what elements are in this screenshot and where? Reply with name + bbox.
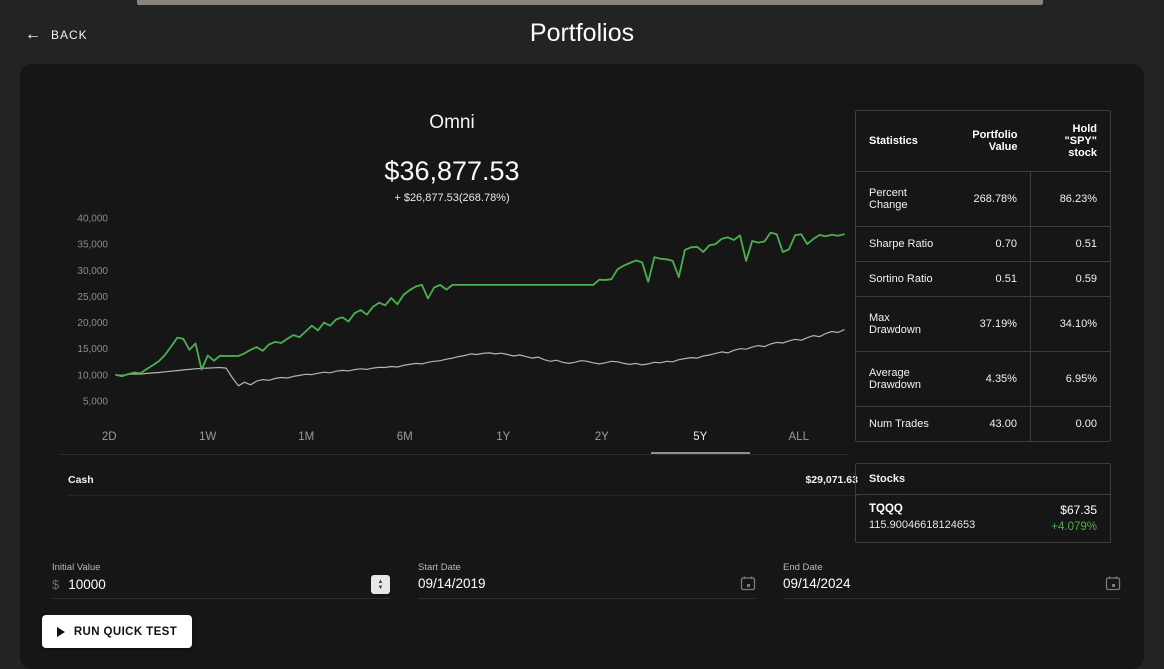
calendar-icon[interactable] — [1105, 575, 1121, 591]
table-row: Average Drawdown 4.35% 6.95% — [856, 352, 1110, 407]
stats-col-portfolio: Portfolio Value — [950, 111, 1030, 172]
stat-label: Sharpe Ratio — [856, 227, 950, 262]
table-row: Max Drawdown 37.19% 34.10% — [856, 297, 1110, 352]
main-panel: Omni $36,877.53 + $26,877.53(268.78%) 40… — [20, 64, 1144, 669]
table-row: Sortino Ratio 0.51 0.59 — [856, 262, 1110, 297]
portfolio-current-value: $36,877.53 — [56, 156, 848, 187]
end-date-field: End Date — [783, 561, 1121, 599]
number-stepper[interactable]: ▲ ▼ — [371, 575, 390, 594]
stat-portfolio-value: 43.00 — [950, 407, 1030, 442]
stats-col-statistics: Statistics — [856, 111, 950, 172]
stat-portfolio-value: 37.19% — [950, 297, 1030, 352]
run-quick-test-button[interactable]: RUN QUICK TEST — [42, 615, 192, 648]
stat-label: Max Drawdown — [856, 297, 950, 352]
stat-spy-value: 34.10% — [1030, 297, 1110, 352]
stat-label: Num Trades — [856, 407, 950, 442]
stats-header-row: Statistics Portfolio Value Hold "SPY" st… — [856, 111, 1110, 172]
svg-text:40,000: 40,000 — [77, 214, 108, 225]
stat-spy-value: 86.23% — [1030, 172, 1110, 227]
svg-text:15,000: 15,000 — [77, 344, 108, 355]
svg-text:20,000: 20,000 — [77, 318, 108, 329]
stat-portfolio-value: 268.78% — [950, 172, 1030, 227]
start-date-label: Start Date — [418, 561, 756, 573]
initial-value-input[interactable] — [68, 577, 371, 592]
end-date-label: End Date — [783, 561, 1121, 573]
stock-symbol: TQQQ — [869, 503, 975, 515]
time-range-tabs: 2D 1W 1M 6M 1Y 2Y 5Y ALL — [60, 422, 848, 455]
stocks-title: Stocks — [856, 464, 1110, 495]
stat-portfolio-value: 0.51 — [950, 262, 1030, 297]
table-row: Num Trades 43.00 0.00 — [856, 407, 1110, 442]
portfolio-name: Omni — [56, 112, 848, 134]
tab-1m[interactable]: 1M — [257, 422, 356, 454]
stats-col-spy: Hold "SPY" stock — [1030, 111, 1110, 172]
svg-text:25,000: 25,000 — [77, 292, 108, 303]
tab-6m[interactable]: 6M — [356, 422, 455, 454]
page-title: Portfolios — [0, 19, 1164, 48]
start-date-input[interactable] — [418, 576, 740, 591]
statistics-table: Statistics Portfolio Value Hold "SPY" st… — [855, 110, 1111, 442]
page-header: ← BACK Portfolios — [0, 5, 1164, 63]
tab-1y[interactable]: 1Y — [454, 422, 553, 454]
end-date-input[interactable] — [783, 576, 1105, 591]
calendar-icon[interactable] — [740, 575, 756, 591]
stock-price: $67.35 — [1051, 503, 1097, 517]
cash-label: Cash — [68, 474, 94, 486]
stat-spy-value: 6.95% — [1030, 352, 1110, 407]
stocks-panel: Stocks TQQQ 115.90046618124653 $67.35 +4… — [855, 463, 1111, 543]
stock-change: +4.079% — [1051, 521, 1097, 533]
svg-text:30,000: 30,000 — [77, 266, 108, 277]
stat-label: Percent Change — [856, 172, 950, 227]
stock-shares: 115.90046618124653 — [869, 519, 975, 531]
portfolio-change: + $26,877.53(268.78%) — [56, 192, 848, 204]
stat-portfolio-value: 0.70 — [950, 227, 1030, 262]
svg-text:10,000: 10,000 — [77, 370, 108, 381]
tab-2d[interactable]: 2D — [60, 422, 159, 454]
start-date-field: Start Date — [418, 561, 756, 599]
cash-row: Cash $29,071.63 — [68, 464, 858, 496]
initial-value-field: Initial Value $ ▲ ▼ — [52, 561, 390, 599]
initial-value-label: Initial Value — [52, 561, 390, 573]
dollar-prefix: $ — [52, 577, 59, 592]
stat-spy-value: 0.00 — [1030, 407, 1110, 442]
table-row: Percent Change 268.78% 86.23% — [856, 172, 1110, 227]
list-item[interactable]: TQQQ 115.90046618124653 $67.35 +4.079% — [856, 495, 1110, 542]
table-row: Sharpe Ratio 0.70 0.51 — [856, 227, 1110, 262]
run-quick-test-label: RUN QUICK TEST — [74, 626, 177, 638]
tab-2y[interactable]: 2Y — [553, 422, 652, 454]
performance-chart[interactable]: 40,000 35,000 30,000 25,000 20,000 15,000 10,0… — [56, 208, 848, 420]
svg-text:35,000: 35,000 — [77, 240, 108, 251]
stat-label: Sortino Ratio — [856, 262, 950, 297]
tab-5y[interactable]: 5Y — [651, 422, 750, 454]
stat-label: Average Drawdown — [856, 352, 950, 407]
svg-text:5,000: 5,000 — [83, 397, 108, 408]
stat-spy-value: 0.59 — [1030, 262, 1110, 297]
cash-value: $29,071.63 — [805, 474, 858, 486]
tab-1w[interactable]: 1W — [159, 422, 258, 454]
tab-all[interactable]: ALL — [750, 422, 849, 454]
play-icon — [57, 627, 65, 637]
stat-spy-value: 0.51 — [1030, 227, 1110, 262]
stepper-down-icon[interactable]: ▼ — [378, 585, 384, 591]
stat-portfolio-value: 4.35% — [950, 352, 1030, 407]
